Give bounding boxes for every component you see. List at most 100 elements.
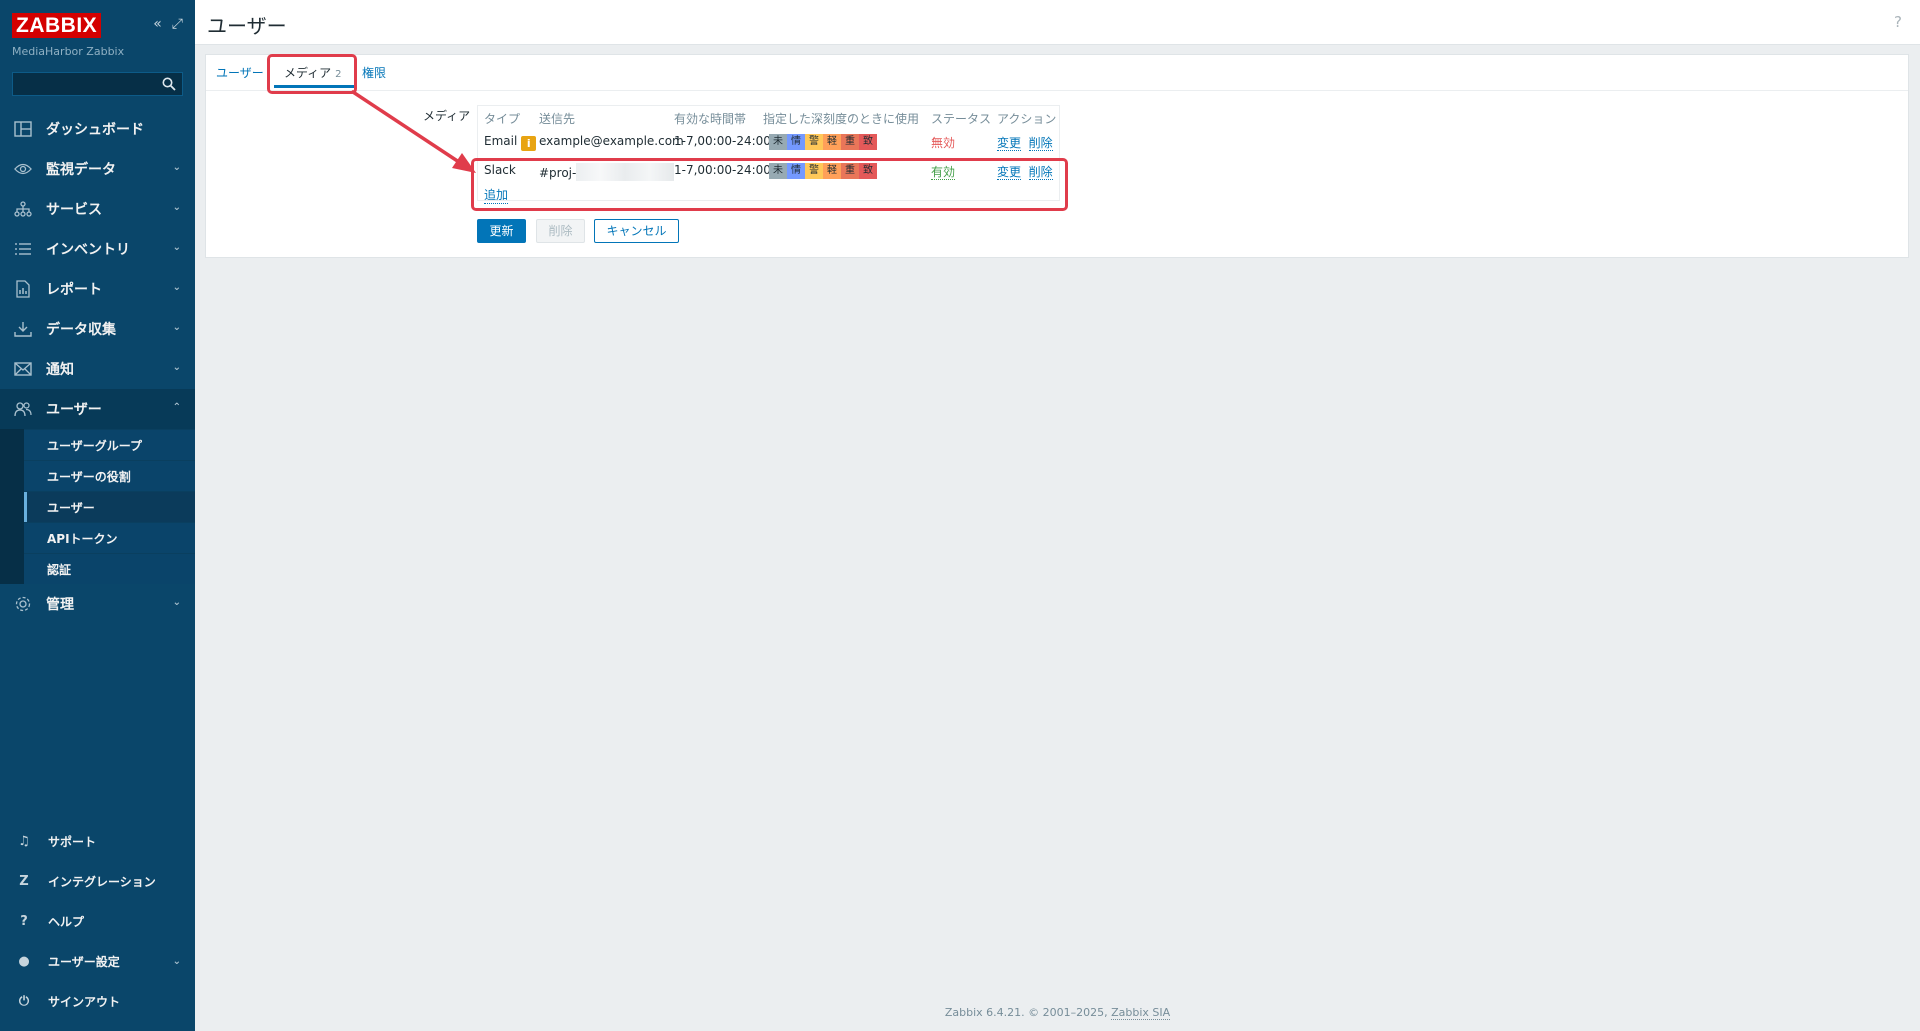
- page-header: ユーザー ?: [195, 0, 1920, 45]
- info-icon[interactable]: i: [521, 136, 537, 151]
- chevron-up-icon: ⌃: [172, 402, 181, 413]
- column-header-type: タイプ: [484, 112, 521, 126]
- menu-label: データ収集: [46, 322, 116, 338]
- column-header-period: 有効な時間帯: [674, 112, 747, 126]
- menu-label: 監視データ: [46, 162, 116, 178]
- remove-media-link[interactable]: 削除: [1028, 136, 1053, 151]
- kiosk-mode-icon[interactable]: ⤢: [172, 16, 183, 32]
- menu-item-administration[interactable]: 管理 ⌄: [0, 584, 195, 624]
- chevron-down-icon: ⌄: [172, 597, 181, 608]
- submenu-item-users[interactable]: ユーザー: [24, 491, 195, 522]
- period-cell: 1-7,00:00-24:00: [674, 134, 771, 148]
- dashboard-icon: [14, 120, 32, 138]
- column-header-severity: 指定した深刻度のときに使用: [763, 112, 920, 126]
- integration-icon: Z: [19, 873, 29, 889]
- report-icon: [14, 280, 32, 298]
- sidebar-controls: « ⤢: [153, 16, 183, 32]
- delete-button[interactable]: 削除: [536, 219, 585, 243]
- users-icon: [14, 400, 32, 418]
- menu-item-integrations[interactable]: Z インテグレーション: [0, 861, 195, 901]
- media-type-cell: Email i: [484, 134, 537, 151]
- menu-item-sign-out[interactable]: ⏻ サインアウト: [0, 981, 195, 1021]
- chevron-down-icon: ⌄: [172, 322, 181, 333]
- page-title: ユーザー: [207, 14, 287, 38]
- search-input[interactable]: [13, 73, 182, 95]
- menu-item-user-settings[interactable]: ● ユーザー設定 ⌄: [0, 941, 195, 981]
- search-icon[interactable]: [162, 77, 176, 91]
- actions-cell: 変更 削除: [997, 134, 1053, 151]
- menu-item-monitoring[interactable]: 監視データ ⌄: [0, 149, 195, 189]
- menu-label: インベントリ: [46, 242, 130, 258]
- list-icon: [14, 240, 32, 258]
- tab-label: 権限: [362, 66, 387, 80]
- help-icon: ?: [20, 913, 28, 929]
- chevron-down-icon: ⌄: [172, 955, 181, 967]
- severity-warning: 警: [805, 134, 823, 150]
- user-icon: ●: [18, 953, 30, 969]
- menu-item-users[interactable]: ユーザー ⌃: [0, 389, 195, 429]
- submenu-item-user-roles[interactable]: ユーザーの役割: [24, 460, 195, 491]
- severity-information: 情: [787, 134, 805, 150]
- submenu-label: APIトークン: [47, 531, 118, 546]
- menu-label: ユーザー: [46, 402, 102, 418]
- help-icon[interactable]: ?: [1894, 13, 1902, 31]
- chevron-down-icon: ⌄: [172, 162, 181, 173]
- submenu-item-user-groups[interactable]: ユーザーグループ: [24, 429, 195, 460]
- chevron-down-icon: ⌄: [172, 242, 181, 253]
- zabbix-logo[interactable]: ZABBIX: [12, 12, 102, 38]
- submenu-item-authentication[interactable]: 認証: [24, 553, 195, 584]
- main-menu: ダッシュボード 監視データ ⌄ サービス ⌄ インベントリ ⌄ レポート ⌄ デ…: [0, 109, 195, 624]
- severity-indicator: 未 情 警 軽 重 致: [769, 134, 877, 150]
- eye-icon: [14, 160, 32, 178]
- submenu-label: ユーザーの役割: [47, 469, 131, 484]
- headset-icon: ♫: [18, 833, 30, 849]
- media-type: Email: [484, 134, 518, 148]
- menu-label: ヘルプ: [48, 914, 85, 929]
- services-icon: [14, 200, 32, 218]
- status-disabled-link[interactable]: 無効: [931, 134, 955, 151]
- chevron-down-icon: ⌄: [172, 202, 181, 213]
- chevron-down-icon: ⌄: [172, 282, 181, 293]
- menu-label: インテグレーション: [48, 874, 156, 889]
- tab-permissions[interactable]: 権限: [362, 64, 386, 81]
- menu-label: サービス: [46, 202, 102, 218]
- logo-row: ZABBIX « ⤢: [0, 0, 195, 46]
- users-submenu: ユーザーグループ ユーザーの役割 ユーザー APIトークン 認証: [0, 429, 195, 584]
- column-header-sendto: 送信先: [539, 112, 576, 126]
- menu-label: サポート: [48, 834, 97, 849]
- user-form-card: ユーザー メディア 2 権限 メディア タイプ 送信先 有効な時間帯 指定した深刻…: [205, 54, 1909, 258]
- chevron-down-icon: ⌄: [172, 362, 181, 373]
- column-header-status: ステータス: [931, 112, 992, 126]
- severity-disaster: 致: [859, 134, 877, 150]
- menu-item-help[interactable]: ? ヘルプ: [0, 901, 195, 941]
- menu-label: 管理: [46, 597, 74, 613]
- update-button[interactable]: 更新: [477, 219, 526, 243]
- menu-label: 通知: [46, 362, 74, 378]
- gear-icon: [14, 595, 32, 613]
- severity-average: 軽: [823, 134, 841, 150]
- collapse-sidebar-icon[interactable]: «: [153, 16, 162, 32]
- envelope-icon: [14, 360, 32, 378]
- footer-text: Zabbix 6.4.21. © 2001–2025,: [944, 1006, 1112, 1019]
- menu-label: レポート: [46, 282, 102, 298]
- menu-item-inventory[interactable]: インベントリ ⌄: [0, 229, 195, 269]
- menu-item-services[interactable]: サービス ⌄: [0, 189, 195, 229]
- submenu-label: 認証: [47, 562, 72, 577]
- menu-item-reports[interactable]: レポート ⌄: [0, 269, 195, 309]
- annotation-box-media-tab: [267, 54, 357, 94]
- column-header-actions: アクション: [997, 112, 1057, 126]
- footer-company-link[interactable]: Zabbix SIA: [1111, 1006, 1171, 1020]
- menu-label: サインアウト: [48, 994, 121, 1009]
- search-box: [12, 72, 183, 96]
- severity-not-classified: 未: [769, 134, 787, 150]
- submenu-item-api-tokens[interactable]: APIトークン: [24, 522, 195, 553]
- menu-item-dashboard[interactable]: ダッシュボード: [0, 109, 195, 149]
- edit-media-link[interactable]: 変更: [997, 136, 1022, 151]
- power-icon: ⏻: [18, 993, 30, 1009]
- menu-item-support[interactable]: ♫ サポート: [0, 821, 195, 861]
- menu-item-data-collection[interactable]: データ収集 ⌄: [0, 309, 195, 349]
- tab-user[interactable]: ユーザー: [216, 64, 264, 81]
- severity-high: 重: [841, 134, 859, 150]
- cancel-button[interactable]: キャンセル: [594, 219, 679, 243]
- menu-item-alerts[interactable]: 通知 ⌄: [0, 349, 195, 389]
